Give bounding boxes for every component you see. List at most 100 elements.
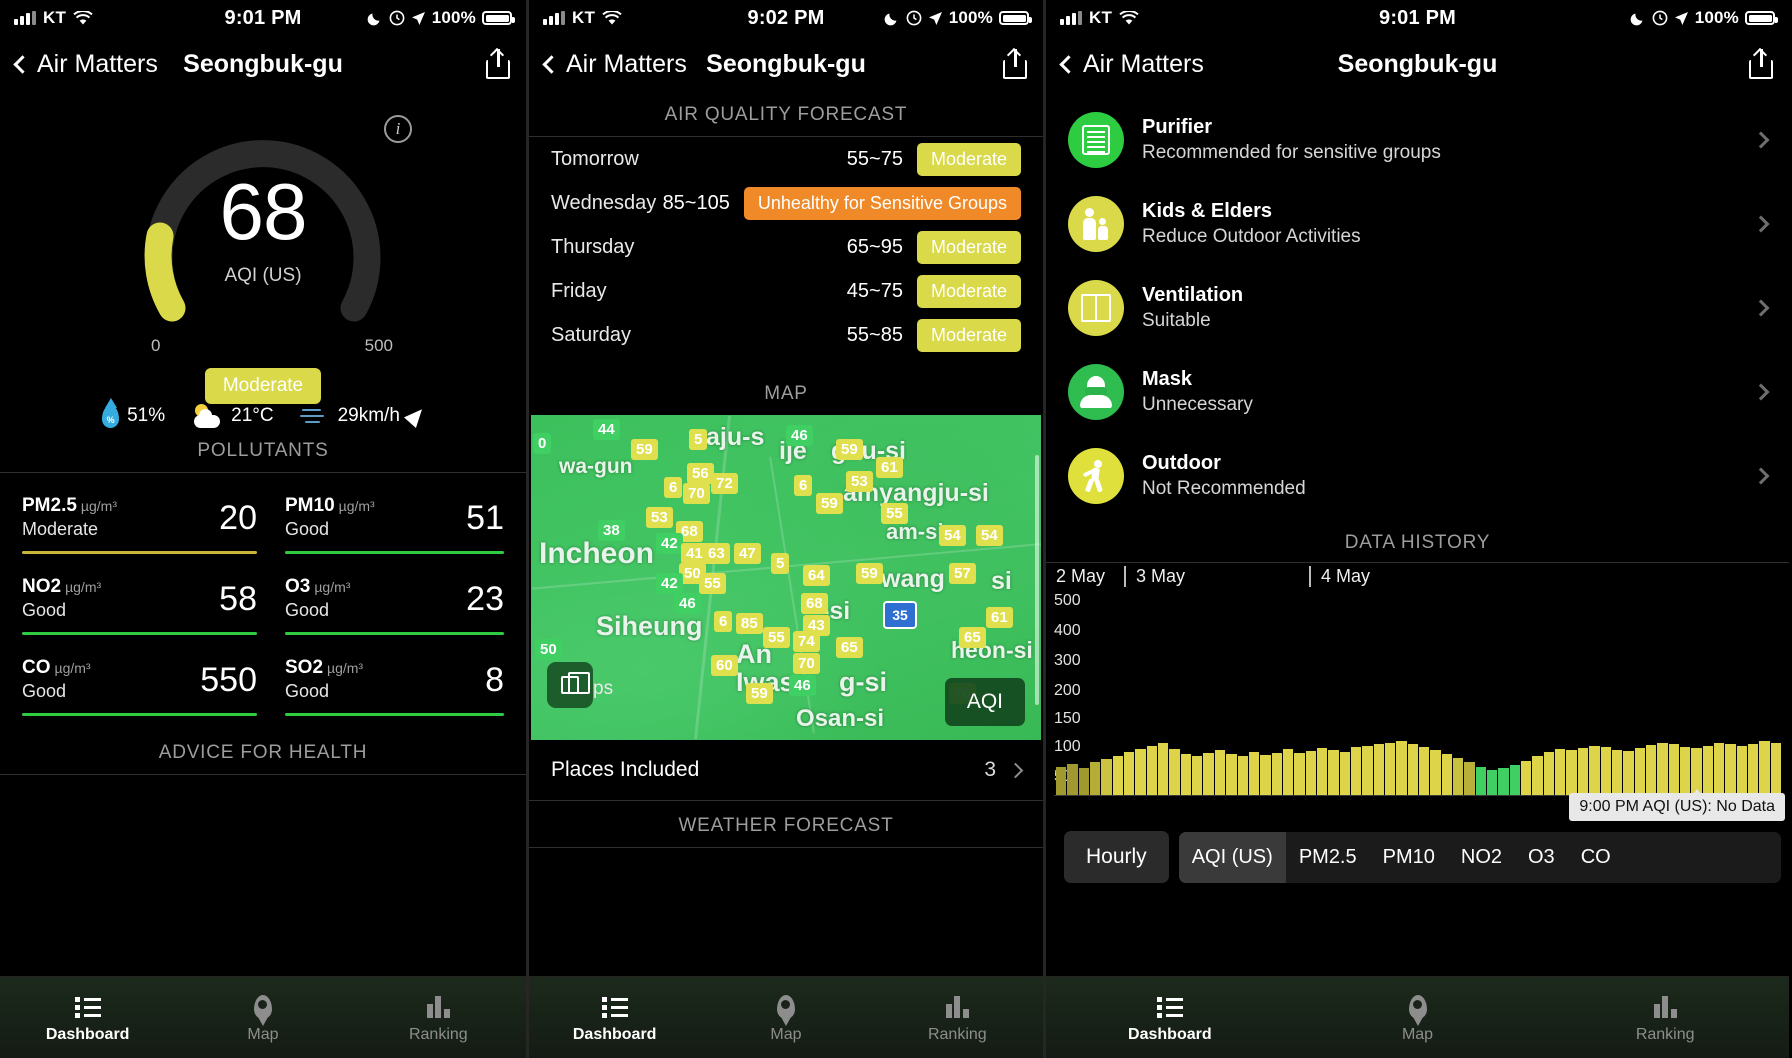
back-label: Air Matters: [37, 50, 158, 79]
map-aqi-pin[interactable]: 46: [789, 675, 816, 696]
metric-tab-pm2-5[interactable]: PM2.5: [1286, 832, 1370, 883]
chart-bar: [1578, 748, 1588, 795]
map-aqi-pin[interactable]: 64: [803, 565, 830, 586]
tab-map[interactable]: Map: [1294, 992, 1542, 1044]
back-button[interactable]: Air Matters: [16, 50, 158, 79]
metric-tab-pm10[interactable]: PM10: [1370, 832, 1448, 883]
map-aqi-pin[interactable]: 42: [656, 573, 683, 594]
map-aqi-pin[interactable]: 56: [687, 463, 714, 484]
map-view[interactable]: wa-gunaju-sijegbu-siamyangju-siIncheonam…: [531, 415, 1041, 740]
map-aqi-pin[interactable]: 59: [631, 439, 658, 460]
signal-bars-icon: [14, 11, 36, 25]
tab-dashboard[interactable]: Dashboard: [1046, 992, 1294, 1044]
map-aqi-pin[interactable]: 61: [986, 607, 1013, 628]
forecast-status-badge: Moderate: [917, 319, 1021, 352]
map-aqi-pin[interactable]: 63: [703, 543, 730, 564]
tab-dashboard[interactable]: Dashboard: [529, 992, 700, 1044]
advice-row-kids-elders[interactable]: Kids & EldersReduce Outdoor Activities: [1046, 182, 1789, 266]
status-left-3: KT: [1060, 8, 1379, 28]
chart-bar: [1737, 746, 1747, 795]
map-aqi-pin[interactable]: 59: [816, 493, 843, 514]
panel-forecast-map: KT 9:02 PM 100% Air Matters Seongbuk-gu: [526, 0, 1046, 1058]
tab-ranking[interactable]: Ranking: [1541, 992, 1789, 1044]
pollutant-value: 58: [219, 582, 257, 616]
map-aqi-pin[interactable]: 65: [959, 627, 986, 648]
advice-row-outdoor[interactable]: OutdoorNot Recommended: [1046, 434, 1789, 518]
map-aqi-pin[interactable]: 85: [736, 613, 763, 634]
map-aqi-pin[interactable]: 61: [876, 457, 903, 478]
map-layers-button[interactable]: [547, 662, 593, 708]
advice-row-purifier[interactable]: PurifierRecommended for sensitive groups: [1046, 98, 1789, 182]
pollutant-name: SO2µg/m³: [285, 657, 485, 679]
period-selector-hourly[interactable]: Hourly: [1064, 831, 1169, 883]
tab-map[interactable]: Map: [700, 992, 871, 1044]
map-aqi-pin[interactable]: 6: [714, 611, 732, 632]
map-aqi-pin[interactable]: 60: [711, 655, 738, 676]
advice-icon-circle: [1068, 448, 1124, 504]
map-aqi-pin[interactable]: 68: [801, 593, 828, 614]
map-aqi-pin[interactable]: 54: [939, 525, 966, 546]
share-button[interactable]: [486, 49, 510, 79]
map-aqi-pin[interactable]: 65: [836, 637, 863, 658]
map-place-label: wa-gun: [559, 455, 633, 479]
signal-bars-icon: [1060, 11, 1082, 25]
bar-chart-icon: [946, 996, 969, 1018]
map-aqi-pin[interactable]: 72: [711, 473, 738, 494]
map-aqi-pin[interactable]: 59: [856, 563, 883, 584]
advice-row-mask[interactable]: MaskUnnecessary: [1046, 350, 1789, 434]
map-aqi-pin[interactable]: 5: [771, 553, 789, 574]
map-aqi-pin[interactable]: 50: [535, 639, 562, 660]
map-aqi-pin[interactable]: 46: [674, 593, 701, 614]
map-aqi-pin[interactable]: 54: [976, 525, 1003, 546]
map-aqi-toggle-button[interactable]: AQI: [945, 678, 1025, 726]
tab-ranking[interactable]: Ranking: [351, 992, 526, 1044]
map-aqi-pin[interactable]: 47: [734, 543, 761, 564]
advice-row-ventilation[interactable]: VentilationSuitable: [1046, 266, 1789, 350]
map-aqi-pin[interactable]: 6: [664, 477, 682, 498]
map-aqi-pin[interactable]: 38: [598, 520, 625, 541]
share-button[interactable]: [1003, 49, 1027, 79]
metric-tab-co[interactable]: CO: [1568, 832, 1624, 883]
tab-ranking[interactable]: Ranking: [872, 992, 1043, 1044]
map-aqi-pin[interactable]: 59: [746, 683, 773, 704]
map-aqi-pin[interactable]: 74: [793, 631, 820, 652]
map-aqi-pin[interactable]: 55: [881, 503, 908, 524]
chart-bar: [1113, 756, 1123, 795]
tab-dashboard[interactable]: Dashboard: [0, 992, 175, 1044]
map-aqi-pin[interactable]: 55: [699, 573, 726, 594]
places-included-row[interactable]: Places Included 3: [529, 740, 1043, 800]
data-history-chart[interactable]: 2 May3 May4 May 50040030020015010050 9:0…: [1046, 562, 1789, 817]
map-aqi-pin[interactable]: 42: [656, 533, 683, 554]
map-aqi-pin[interactable]: 46: [786, 425, 813, 446]
map-aqi-pin[interactable]: 44: [593, 419, 620, 440]
map-aqi-pin[interactable]: 55: [763, 627, 790, 648]
window-icon: [1081, 294, 1111, 322]
forecast-day: Friday: [551, 280, 847, 303]
map-aqi-pin[interactable]: 70: [683, 483, 710, 504]
map-aqi-pin[interactable]: 53: [646, 507, 673, 528]
advice-subtitle: Recommended for sensitive groups: [1142, 142, 1743, 164]
tab-map[interactable]: Map: [175, 992, 350, 1044]
metric-tab-aqi-us[interactable]: AQI (US): [1179, 832, 1286, 883]
map-aqi-pin[interactable]: 53: [846, 471, 873, 492]
share-button[interactable]: [1749, 49, 1773, 79]
map-aqi-pin[interactable]: 59: [836, 439, 863, 460]
chart-bar: [1192, 756, 1202, 795]
map-aqi-pin[interactable]: 57: [949, 563, 976, 584]
map-aqi-pin[interactable]: 5: [689, 429, 707, 450]
chart-bar: [1680, 747, 1690, 795]
pollutant-status: Good: [22, 681, 200, 702]
metric-tab-no2[interactable]: NO2: [1448, 832, 1515, 883]
map-aqi-pin[interactable]: 70: [793, 653, 820, 674]
metric-tab-o3[interactable]: O3: [1515, 832, 1568, 883]
back-button[interactable]: Air Matters: [545, 50, 687, 79]
advice-icon-circle: [1068, 196, 1124, 252]
bottom-tab-bar: DashboardMapRanking: [0, 976, 526, 1058]
map-scrollbar[interactable]: [1035, 455, 1039, 705]
wind-icon: [300, 406, 330, 426]
carrier-label: KT: [43, 8, 66, 28]
back-button[interactable]: Air Matters: [1062, 50, 1204, 79]
chart-bar: [1351, 747, 1361, 795]
map-aqi-pin[interactable]: 6: [794, 475, 812, 496]
map-aqi-pin[interactable]: 0: [533, 433, 551, 454]
